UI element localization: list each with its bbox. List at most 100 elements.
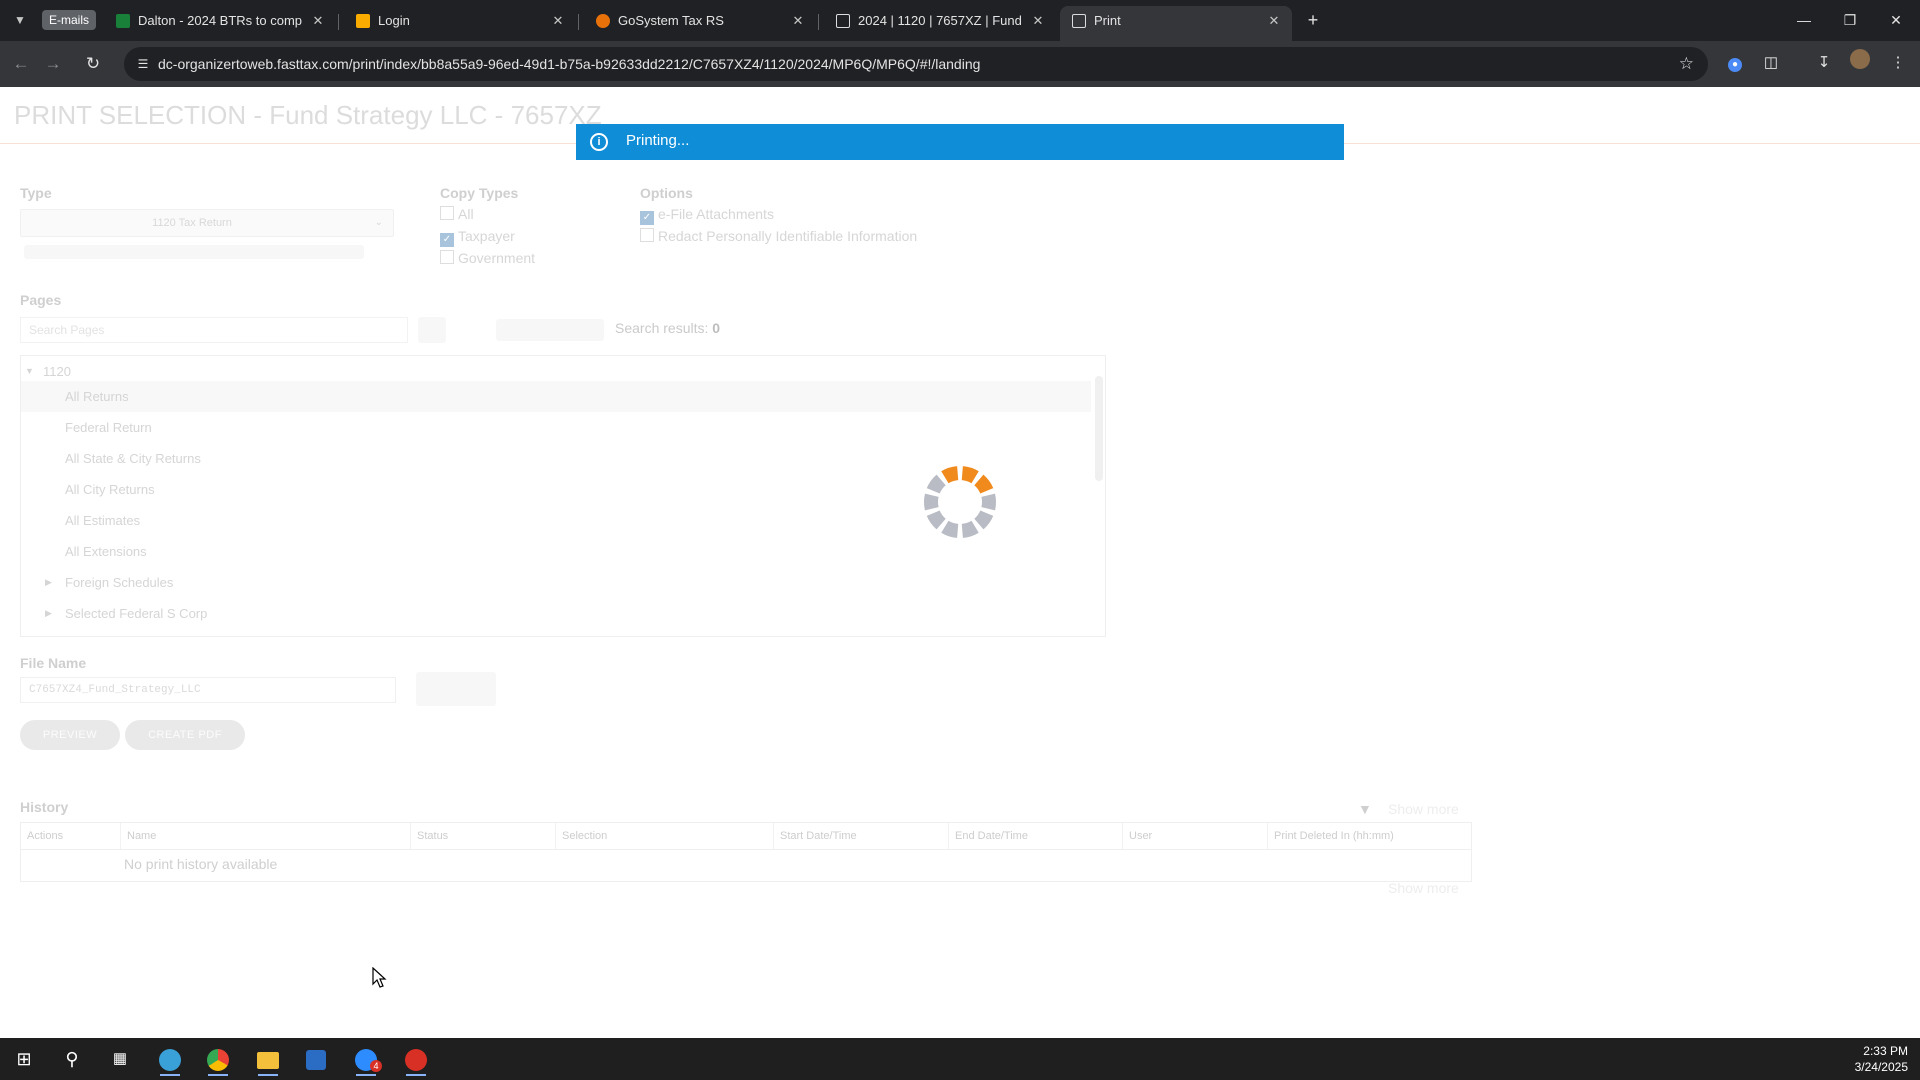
pdf-app-icon[interactable] (396, 1042, 436, 1076)
close-window-button[interactable]: ✕ (1876, 6, 1916, 34)
caret-right-icon[interactable]: ▶ (45, 598, 52, 629)
checkbox-icon (640, 228, 654, 242)
show-more-link-bottom[interactable]: Show more (1388, 880, 1459, 896)
url-text[interactable]: dc-organizertoweb.fasttax.com/print/inde… (158, 47, 980, 81)
clock-date: 3/24/2025 (1854, 1060, 1908, 1074)
history-table: Actions Name Status Selection Start Date… (20, 822, 1472, 882)
file-explorer-icon[interactable] (248, 1042, 288, 1076)
bookmark-star-icon[interactable]: ☆ (1679, 47, 1694, 81)
file-name-value: C7657XZ4_Fund_Strategy_LLC (29, 684, 201, 696)
checkbox-icon (440, 206, 454, 220)
restore-button[interactable]: ❐ (1830, 6, 1870, 34)
redact-pii-checkbox[interactable]: Redact Personally Identifiable Informati… (640, 228, 917, 244)
tab-dalton-sheet[interactable]: Dalton - 2024 BTRs to complete ✕ (104, 6, 336, 36)
forward-button[interactable]: → (38, 49, 68, 79)
type-label: Type (20, 185, 52, 201)
history-col-user[interactable]: User (1123, 823, 1268, 849)
tree-item-federal-return[interactable]: Federal Return (21, 412, 1091, 443)
spinner-segment (961, 520, 979, 538)
file-name-action-button[interactable] (416, 672, 496, 706)
show-more-link-top[interactable]: Show more (1388, 801, 1459, 817)
page-title: PRINT SELECTION - Fund Strategy LLC - 76… (14, 100, 602, 130)
info-icon: i (590, 133, 608, 151)
history-col-name[interactable]: Name (121, 823, 411, 849)
back-button[interactable]: ← (6, 49, 36, 79)
history-col-actions[interactable]: Actions (21, 823, 121, 849)
copy-type-government-checkbox[interactable]: Government (440, 250, 535, 266)
history-table-header: Actions Name Status Selection Start Date… (21, 823, 1471, 850)
search-results-label: Search results: (615, 320, 709, 336)
system-clock[interactable]: 2:33 PM 3/24/2025 (1855, 1043, 1908, 1075)
zoom-icon[interactable]: 4 (346, 1042, 386, 1076)
more-menu-icon[interactable]: ⋮ (1884, 49, 1912, 77)
options-label: Options (640, 185, 693, 201)
tab-login[interactable]: Login ✕ (344, 6, 576, 36)
search-nav-button[interactable] (496, 319, 604, 341)
tab-group-emails[interactable]: E-mails (42, 10, 97, 30)
running-indicator (406, 1074, 426, 1076)
history-col-start[interactable]: Start Date/Time (774, 823, 949, 849)
reload-icon: ↻ (85, 54, 101, 73)
tree-item-selected-federal-s-corp[interactable]: ▶ Selected Federal S Corp (21, 598, 1091, 629)
document-icon (1072, 14, 1086, 28)
search-pages-input[interactable]: Search Pages (20, 317, 408, 343)
efile-attachments-checkbox[interactable]: ✓ e-File Attachments (640, 206, 774, 225)
password-manager-icon[interactable]: ● (1721, 49, 1749, 77)
history-col-status[interactable]: Status (411, 823, 556, 849)
close-icon[interactable]: ✕ (1030, 6, 1046, 36)
minimize-icon: — (1797, 12, 1811, 28)
extensions-icon[interactable]: ◫ (1757, 49, 1785, 77)
chrome-icon[interactable] (198, 1042, 238, 1076)
search-icon[interactable]: ⚲ (52, 1042, 92, 1076)
tree-item-label: All City Returns (65, 482, 155, 497)
task-view-icon[interactable]: ▦ (100, 1042, 140, 1076)
avatar[interactable] (1846, 49, 1874, 77)
history-label: History (20, 799, 69, 815)
tab-gosystem[interactable]: GoSystem Tax RS ✕ (584, 6, 816, 36)
site-info-icon[interactable]: ☰ (134, 55, 152, 73)
minimize-button[interactable]: — (1784, 6, 1824, 34)
printing-toast: i Printing... (576, 124, 1344, 160)
tab-search-button[interactable]: ▼ (8, 8, 32, 32)
tab-print[interactable]: Print ✕ (1060, 6, 1292, 41)
type-select[interactable]: 1120 Tax Return ⌄ (20, 209, 394, 237)
spinner-segment (974, 474, 994, 494)
tree-item-all-returns[interactable]: All Returns (21, 381, 1091, 412)
download-icon[interactable]: ↧ (1810, 49, 1838, 77)
create-pdf-button[interactable]: CREATE PDF (125, 720, 245, 750)
search-results: Search results: 0 (615, 320, 720, 336)
copy-type-all-checkbox[interactable]: All (440, 206, 474, 222)
tree-item-label: All Estimates (65, 513, 141, 528)
type-select-value: 1120 Tax Return (152, 217, 232, 229)
close-icon[interactable]: ✕ (1266, 6, 1282, 36)
spinner-segment (924, 493, 939, 511)
history-col-print-deleted[interactable]: Print Deleted In (hh:mm) (1268, 823, 1471, 849)
reload-button[interactable]: ↻ (78, 49, 108, 79)
close-icon[interactable]: ✕ (310, 6, 326, 36)
notification-badge: 4 (370, 1060, 382, 1072)
history-col-selection[interactable]: Selection (556, 823, 774, 849)
tree-item-label: All Returns (65, 389, 129, 404)
filter-icon[interactable]: ▼ (1358, 801, 1374, 817)
windows-start-icon[interactable]: ⊞ (4, 1042, 44, 1076)
network-app-icon[interactable] (150, 1042, 190, 1076)
address-bar[interactable]: ☰ dc-organizertoweb.fasttax.com/print/in… (124, 47, 1708, 81)
tree-item-foreign-schedules[interactable]: ▶ Foreign Schedules (21, 567, 1091, 598)
new-tab-button[interactable]: + (1299, 6, 1327, 34)
tree-scrollbar[interactable] (1095, 376, 1103, 481)
copy-type-taxpayer-checkbox[interactable]: ✓ Taxpayer (440, 228, 515, 247)
file-name-input[interactable]: C7657XZ4_Fund_Strategy_LLC (20, 677, 396, 703)
file-name-label: File Name (20, 655, 87, 671)
checkbox-label: e-File Attachments (658, 206, 774, 222)
close-icon[interactable]: ✕ (790, 6, 806, 36)
close-icon[interactable]: ✕ (550, 6, 566, 36)
search-results-count: 0 (712, 320, 721, 336)
search-button[interactable] (418, 317, 446, 343)
history-col-end[interactable]: End Date/Time (949, 823, 1123, 849)
preview-button[interactable]: PREVIEW (20, 720, 120, 750)
caret-right-icon[interactable]: ▶ (45, 567, 52, 598)
tab-1120-return[interactable]: 2024 | 1120 | 7657XZ | Fund Str ✕ (824, 6, 1056, 36)
spinner-segment (926, 510, 946, 530)
store-icon[interactable] (296, 1042, 336, 1076)
plus-icon: + (1307, 10, 1319, 30)
